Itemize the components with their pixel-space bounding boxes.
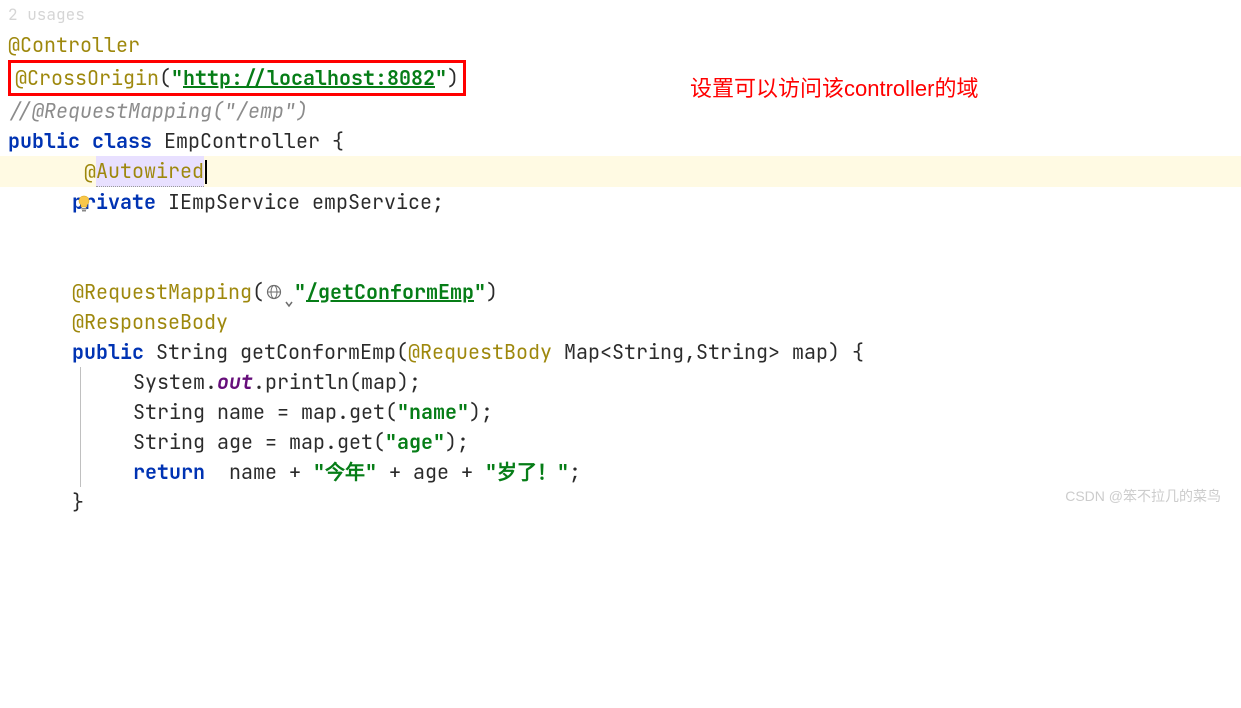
class-declaration-line[interactable]: public class EmpController { — [0, 126, 1241, 156]
map-type: Map — [564, 337, 600, 367]
commented-requestmapping-line[interactable]: //@RequestMapping("/emp") — [0, 96, 1241, 126]
crossorigin-annotation: @CrossOrigin — [15, 65, 159, 91]
name-var-line[interactable]: String name = map.get("name"); — [80, 397, 1241, 427]
out-field: out — [217, 367, 253, 397]
requestmapping-line[interactable]: @RequestMapping("/getConformEmp") — [0, 277, 1241, 307]
this-year-string: 今年 — [325, 457, 365, 487]
class-name: EmpController — [164, 126, 320, 156]
blank-line-1 — [0, 217, 1241, 247]
crossorigin-line[interactable]: @CrossOrigin("http://localhost:8082") — [0, 60, 1241, 96]
method-declaration-line[interactable]: public String getConformEmp(@RequestBody… — [0, 337, 1241, 367]
method-name: getConformEmp — [240, 337, 396, 367]
autowired-annotation: Autowired — [96, 156, 204, 187]
age-key: age — [397, 427, 433, 457]
public-keyword: public — [8, 126, 80, 156]
usages-hint[interactable]: 2 usages — [8, 3, 85, 27]
controller-annotation: @Controller — [8, 30, 140, 60]
responsebody-line[interactable]: @ResponseBody — [0, 307, 1241, 337]
service-type: IEmpService — [168, 187, 300, 217]
globe-icon[interactable] — [264, 282, 284, 302]
name-key: name — [409, 397, 457, 427]
method-close-brace-line[interactable]: } — [0, 487, 1241, 517]
map-param: map — [792, 337, 828, 367]
blank-line-2 — [0, 247, 1241, 277]
watermark: CSDN @笨不拉几的菜鸟 — [1065, 486, 1221, 507]
name-var: name — [217, 397, 265, 427]
controller-annotation-line[interactable]: @Controller — [0, 30, 1241, 60]
crossorigin-url[interactable]: http://localhost:8082 — [183, 65, 435, 91]
requestbody-annotation: @RequestBody — [408, 337, 552, 367]
text-cursor — [205, 160, 207, 184]
chevron-down-icon[interactable] — [284, 287, 294, 297]
age-var: age — [217, 427, 253, 457]
mapping-path: /getConformEmp — [306, 277, 474, 307]
responsebody-annotation: @ResponseBody — [72, 307, 228, 337]
usages-hint-line: 2 usages — [0, 0, 1241, 30]
years-old-string: 岁了！ — [497, 457, 557, 487]
autowired-line[interactable]: @Autowired — [0, 156, 1241, 187]
return-line[interactable]: return name + "今年" + age + "岁了！"; — [80, 457, 1241, 487]
println-line[interactable]: System.out.println(map); — [80, 367, 1241, 397]
public-keyword-2: public — [72, 337, 144, 367]
lightbulb-icon[interactable] — [28, 162, 44, 182]
red-comment-annotation: 设置可以访问该controller的域 — [690, 72, 978, 105]
service-field: empService — [312, 187, 432, 217]
comment-text: //@RequestMapping("/emp") — [8, 96, 308, 126]
system-class: System — [133, 367, 205, 397]
requestmapping-annotation: @RequestMapping — [72, 277, 252, 307]
return-type: String — [156, 337, 228, 367]
class-keyword: class — [92, 126, 152, 156]
highlight-box: @CrossOrigin("http://localhost:8082") — [8, 60, 466, 96]
println-method: println — [265, 367, 349, 397]
age-var-line[interactable]: String age = map.get("age"); — [80, 427, 1241, 457]
private-field-line[interactable]: private IEmpService empService; — [0, 187, 1241, 217]
return-keyword: return — [133, 457, 205, 487]
